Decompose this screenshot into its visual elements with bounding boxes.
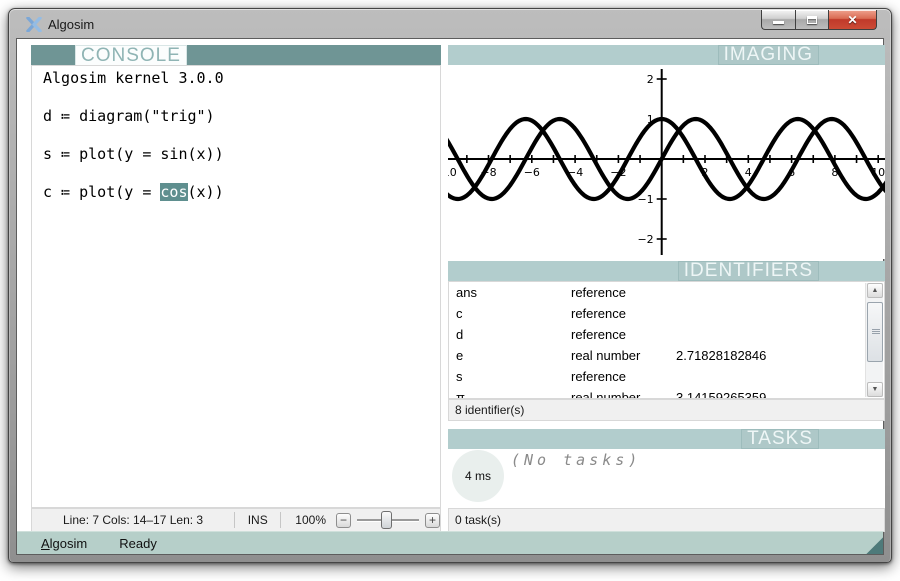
caret-position: Line: 7 Cols: 14–17 Len: 3: [32, 513, 234, 527]
identifier-row[interactable]: ereal number2.71828182846: [449, 345, 884, 366]
identifier-row[interactable]: πreal number3.14159265359: [449, 387, 884, 399]
svg-text:−10: −10: [448, 166, 457, 179]
maximize-button[interactable]: [795, 10, 829, 30]
imaging-header-label: IMAGING: [718, 45, 819, 65]
svg-text:−6: −6: [524, 166, 540, 179]
insert-mode-indicator: INS: [235, 513, 280, 527]
identifier-count: 8 identifier(s): [455, 403, 524, 417]
minimize-icon: [773, 21, 784, 24]
tasks-status-bar: 0 task(s): [448, 508, 885, 532]
identifiers-panel-header: IDENTIFIERS: [448, 261, 885, 281]
scrollbar-thumb[interactable]: [867, 302, 883, 362]
console-editor[interactable]: Algosim kernel 3.0.0 d ≔ diagram("trig")…: [31, 65, 441, 508]
identifier-row[interactable]: dreference: [449, 324, 884, 345]
imaging-panel-header: IMAGING: [448, 45, 885, 65]
identifiers-scrollbar[interactable]: ▲ ▼: [865, 283, 883, 397]
elapsed-time: 4 ms: [465, 469, 491, 483]
elapsed-time-badge: 4 ms: [452, 450, 504, 502]
tasks-panel-header: TASKS: [448, 429, 885, 449]
task-count: 0 task(s): [455, 513, 501, 527]
ready-status: Ready: [119, 536, 157, 551]
app-window: Algosim ✕ CONSOLE Algosim kernel 3.0.0 d…: [8, 8, 892, 563]
application-status-bar: Algosim Ready: [17, 531, 883, 554]
minimize-button[interactable]: [761, 10, 795, 30]
trig-plot-canvas[interactable]: −10−8−6−4−2246810−2−112: [448, 65, 885, 259]
svg-text:−2: −2: [637, 233, 653, 246]
scroll-up-icon[interactable]: ▲: [867, 283, 883, 298]
scrollbar-grip-icon: [872, 329, 880, 334]
svg-text:2: 2: [647, 73, 654, 86]
algosim-menu[interactable]: Algosim: [41, 536, 87, 551]
client-area: CONSOLE Algosim kernel 3.0.0 d ≔ diagram…: [16, 38, 884, 555]
window-title: Algosim: [48, 17, 94, 32]
scroll-down-icon[interactable]: ▼: [867, 382, 883, 397]
close-button[interactable]: ✕: [829, 10, 877, 30]
svg-text:4: 4: [745, 166, 752, 179]
zoom-level: 100%: [295, 513, 326, 527]
tasks-panel: 4 ms (No tasks): [448, 449, 885, 508]
console-status-bar: Line: 7 Cols: 14–17 Len: 3 INS 100% − +: [31, 508, 441, 532]
no-tasks-message: (No tasks): [511, 451, 641, 469]
app-logo-icon: [26, 17, 42, 32]
identifiers-header-label: IDENTIFIERS: [678, 261, 819, 281]
zoom-slider-thumb[interactable]: [381, 511, 392, 529]
maximize-icon: [807, 16, 817, 24]
identifier-row[interactable]: sreference: [449, 366, 884, 387]
identifiers-status-bar: 8 identifier(s): [448, 399, 885, 421]
zoom-in-button[interactable]: +: [425, 513, 440, 528]
identifiers-list[interactable]: ansreferencecreferencedreferenceereal nu…: [448, 281, 885, 399]
zoom-out-button[interactable]: −: [336, 513, 351, 528]
console-panel-header: CONSOLE: [31, 45, 441, 65]
zoom-slider[interactable]: [357, 519, 419, 521]
resize-grip[interactable]: [866, 537, 883, 554]
identifier-row[interactable]: ansreference: [449, 282, 884, 303]
title-bar[interactable]: Algosim ✕: [9, 9, 891, 39]
console-header-label: CONSOLE: [75, 45, 187, 67]
tasks-header-label: TASKS: [741, 429, 819, 449]
identifiers-rows: ansreferencecreferencedreferenceereal nu…: [449, 282, 884, 399]
identifier-row[interactable]: creference: [449, 303, 884, 324]
close-icon: ✕: [847, 13, 857, 27]
